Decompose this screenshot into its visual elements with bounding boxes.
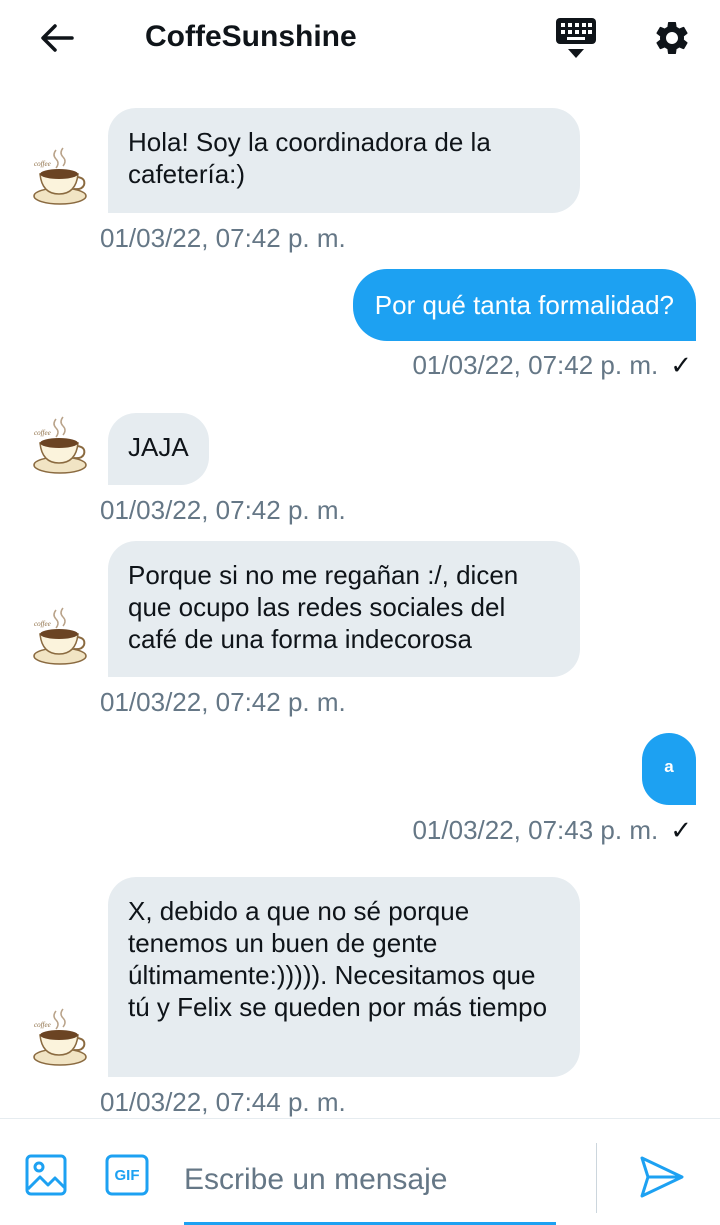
outgoing-message-bubble: Por qué tanta formalidad? <box>352 269 696 341</box>
incoming-message-bubble: Hola! Soy la coordinadora de la cafeterí… <box>108 108 580 213</box>
composer-divider <box>596 1143 597 1213</box>
message-text: a <box>664 757 674 776</box>
incoming-message-bubble: JAJA <box>108 413 209 485</box>
sent-check-icon: ✓ <box>670 815 692 845</box>
svg-text:coffee: coffee <box>34 1021 51 1029</box>
coffee-cup-avatar[interactable]: coffee <box>30 606 92 668</box>
chat-header: CoffeSunshine <box>0 0 720 76</box>
back-button[interactable] <box>30 16 82 60</box>
conversation-title: CoffeSunshine <box>145 20 357 53</box>
message-input[interactable] <box>184 1155 556 1205</box>
coffee-cup-avatar[interactable]: coffee <box>30 146 92 208</box>
add-gif-button[interactable]: GIF <box>104 1153 152 1201</box>
message-timestamp: 01/03/22, 07:42 p. m. <box>100 223 346 253</box>
gif-label: GIF <box>114 1166 140 1184</box>
add-image-button[interactable] <box>24 1153 72 1201</box>
message-text: Hola! Soy la coordinadora de la cafeterí… <box>128 127 491 189</box>
image-icon <box>25 1154 67 1196</box>
gear-icon <box>656 21 688 54</box>
message-text: X, debido a que no sé porque tenemos un … <box>128 896 548 1022</box>
settings-button[interactable] <box>646 14 698 62</box>
send-icon <box>640 1156 684 1198</box>
incoming-message-bubble: X, debido a que no sé porque tenemos un … <box>108 877 580 1077</box>
keyboard-button[interactable] <box>550 14 602 62</box>
message-timestamp: 01/03/22, 07:42 p. m. <box>100 687 346 717</box>
message-timestamp-row: 01/03/22, 07:43 p. m. ✓ <box>412 814 692 846</box>
message-text: JAJA <box>128 432 189 462</box>
message-timestamp: 01/03/22, 07:43 p. m. <box>412 815 659 845</box>
message-timestamp-row: 01/03/22, 07:42 p. m. ✓ <box>412 349 692 381</box>
message-timestamp: 01/03/22, 07:42 p. m. <box>412 350 659 380</box>
svg-text:coffee: coffee <box>34 160 51 168</box>
incoming-message-bubble: Porque si no me regañan :/, dicen que oc… <box>108 541 580 677</box>
coffee-cup-avatar[interactable]: coffee <box>30 1007 92 1069</box>
sent-check-icon: ✓ <box>670 350 692 380</box>
message-composer: GIF <box>0 1118 720 1225</box>
svg-text:coffee: coffee <box>34 429 51 437</box>
svg-text:coffee: coffee <box>34 620 51 628</box>
message-timestamp: 01/03/22, 07:44 p. m. <box>100 1087 346 1117</box>
send-button[interactable] <box>636 1153 690 1203</box>
coffee-cup-avatar[interactable]: coffee <box>30 415 92 477</box>
message-timestamp: 01/03/22, 07:42 p. m. <box>100 495 346 525</box>
message-text: Por qué tanta formalidad? <box>374 290 674 320</box>
keyboard-icon <box>556 18 596 58</box>
outgoing-message-bubble: a <box>642 733 696 805</box>
message-text: Porque si no me regañan :/, dicen que oc… <box>128 560 519 654</box>
arrow-left-icon <box>41 24 74 52</box>
